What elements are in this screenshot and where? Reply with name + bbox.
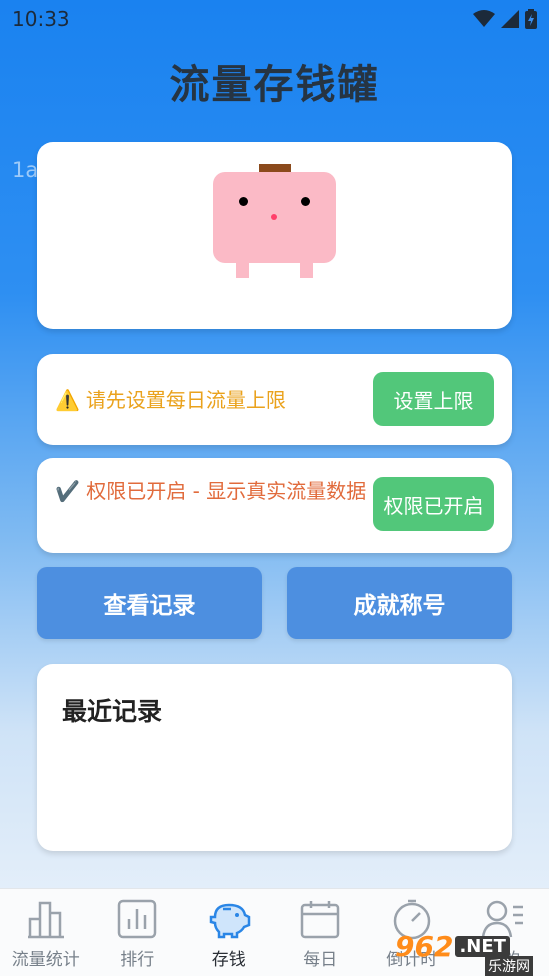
cell-signal-icon bbox=[501, 10, 519, 28]
view-records-button[interactable]: 查看记录 bbox=[37, 567, 262, 639]
battery-icon bbox=[525, 9, 537, 29]
status-time: 10:33 bbox=[12, 7, 70, 31]
watermark: 962 .NET 乐游网 bbox=[395, 916, 549, 976]
recent-records-title: 最近记录 bbox=[62, 697, 163, 726]
pig-left-leg bbox=[236, 260, 249, 278]
tab-traffic-stats[interactable]: 流量统计 bbox=[0, 889, 92, 976]
page-title: 流量存钱罐 bbox=[169, 62, 380, 108]
piggy-bank-illustration[interactable] bbox=[213, 162, 338, 280]
tab-daily[interactable]: 每日 bbox=[275, 889, 367, 976]
tab-label: 每日 bbox=[303, 950, 338, 970]
pig-right-leg bbox=[300, 260, 313, 278]
check-icon: ✔️ bbox=[55, 479, 80, 503]
ranking-icon bbox=[118, 899, 157, 939]
warning-icon: ⚠️ bbox=[55, 388, 80, 412]
tab-ranking[interactable]: 排行 bbox=[92, 889, 184, 976]
permission-button[interactable]: 权限已开启 bbox=[373, 477, 494, 531]
limit-warning-text: 请先设置每日流量上限 bbox=[85, 388, 286, 412]
permission-status: ✔️ 权限已开启 - 显示真实流量数据 bbox=[55, 476, 370, 506]
limit-warning-card: ⚠️ 请先设置每日流量上限 设置上限 bbox=[37, 354, 512, 445]
recent-records-card: 最近记录 bbox=[37, 664, 512, 851]
pig-nose bbox=[271, 214, 277, 220]
coin-slot bbox=[259, 164, 291, 172]
permission-status-text: 权限已开启 - 显示真实流量数据 bbox=[86, 479, 367, 503]
limit-warning: ⚠️ 请先设置每日流量上限 bbox=[55, 385, 286, 415]
tab-label: 排行 bbox=[120, 950, 155, 970]
pig-left-eye bbox=[239, 197, 248, 206]
watermark-site: 乐游网 bbox=[485, 956, 533, 976]
status-bar: 10:33 bbox=[0, 0, 549, 38]
tab-label: 流量统计 bbox=[11, 950, 80, 970]
set-limit-button[interactable]: 设置上限 bbox=[373, 372, 494, 426]
achievements-button[interactable]: 成就称号 bbox=[287, 567, 512, 639]
permission-card: ✔️ 权限已开启 - 显示真实流量数据 权限已开启 bbox=[37, 458, 512, 553]
wifi-icon bbox=[473, 10, 495, 27]
piggy-bank-icon bbox=[209, 903, 250, 939]
tab-label: 存钱 bbox=[211, 950, 246, 970]
calendar-icon bbox=[301, 901, 340, 939]
piggy-bank-card bbox=[37, 142, 512, 329]
watermark-logo: 962 bbox=[395, 929, 454, 963]
bar-chart-icon bbox=[27, 901, 64, 939]
pig-right-eye bbox=[301, 197, 310, 206]
tab-save[interactable]: 存钱 bbox=[183, 889, 275, 976]
watermark-net: .NET bbox=[455, 935, 510, 957]
status-icons bbox=[473, 9, 537, 29]
